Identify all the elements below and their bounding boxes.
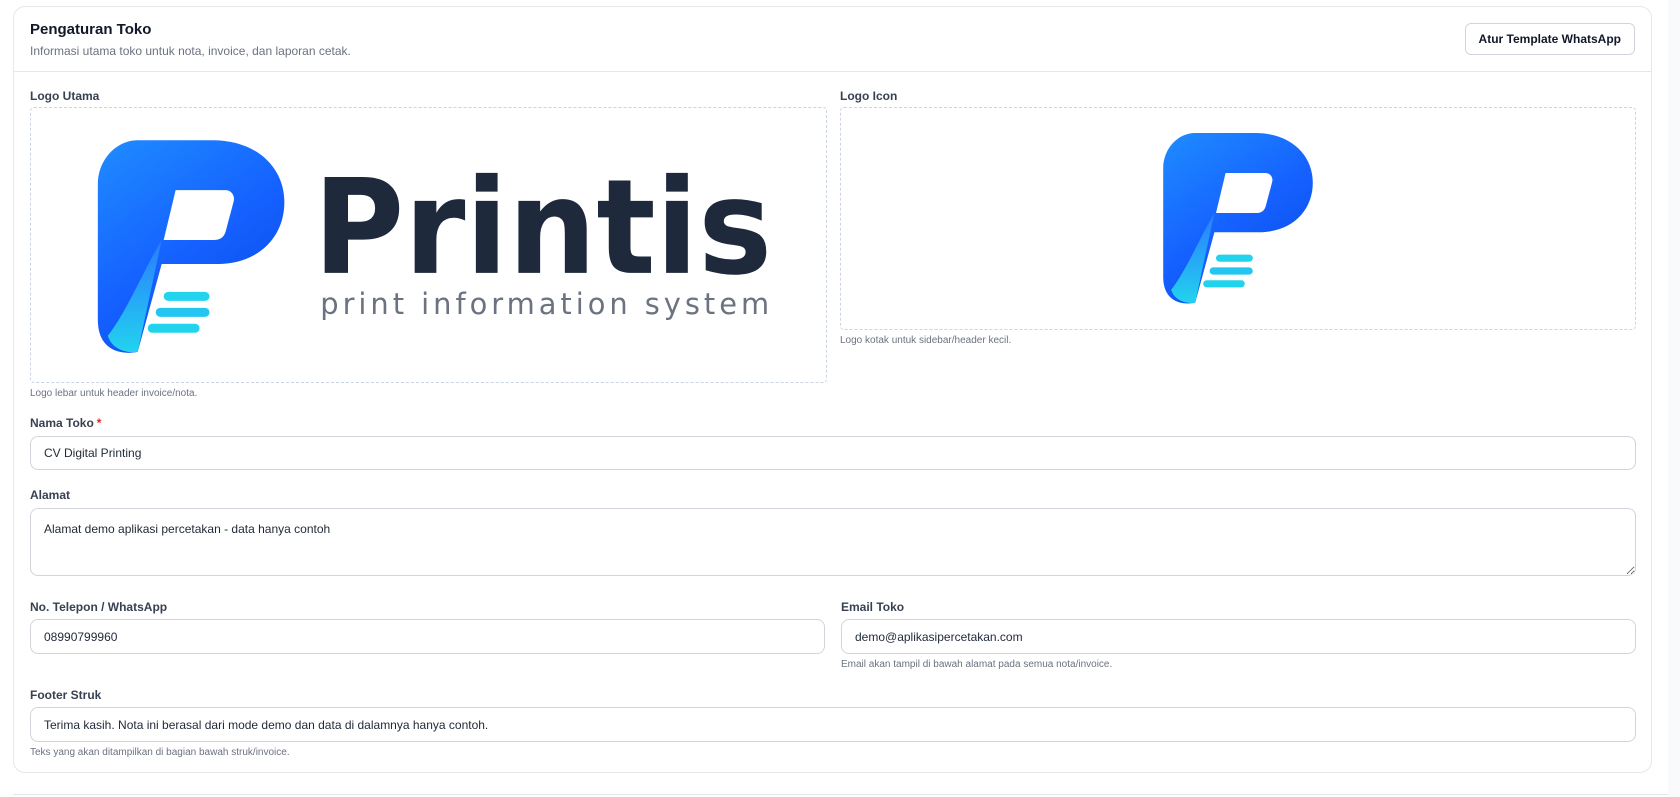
email-input[interactable] <box>841 619 1636 654</box>
footer-hint: Teks yang akan ditampilkan di bagian baw… <box>30 747 290 758</box>
footer-label: Footer Struk <box>30 688 102 702</box>
printis-logo: Printis print information system <box>97 140 772 353</box>
store-name-label-text: Nama Toko <box>30 416 94 430</box>
store-name-label: Nama Toko * <box>30 416 101 430</box>
email-label: Email Toko <box>841 600 905 614</box>
card-header: Pengaturan Toko Informasi utama toko unt… <box>14 7 1651 72</box>
address-label: Alamat <box>30 488 71 502</box>
logo-main-dropzone[interactable]: Printis print information system <box>30 107 827 383</box>
email-hint: Email akan tampil di bawah alamat pada s… <box>841 659 1113 670</box>
page-subtitle: Informasi utama toko untuk nota, invoice… <box>30 44 351 58</box>
brand-name: Printis <box>313 152 772 305</box>
logo-main-label: Logo Utama <box>30 89 100 103</box>
footer-input[interactable] <box>30 707 1636 742</box>
logo-main-hint: Logo lebar untuk header invoice/nota. <box>30 388 198 399</box>
section-divider <box>13 794 1668 795</box>
required-mark: * <box>96 416 102 430</box>
logo-icon-dropzone[interactable] <box>840 107 1636 330</box>
phone-input[interactable] <box>30 619 825 654</box>
store-name-input[interactable] <box>30 436 1636 470</box>
logo-icon-label: Logo Icon <box>840 89 898 103</box>
page-scroll-edge <box>1668 0 1680 797</box>
phone-label: No. Telepon / WhatsApp <box>30 600 168 614</box>
printis-icon <box>1163 132 1313 303</box>
page-title: Pengaturan Toko <box>30 21 152 38</box>
logo-icon-hint: Logo kotak untuk sidebar/header kecil. <box>840 335 1012 346</box>
address-textarea[interactable]: Alamat demo aplikasi percetakan - data h… <box>30 508 1636 576</box>
whatsapp-template-button[interactable]: Atur Template WhatsApp <box>1464 23 1635 55</box>
